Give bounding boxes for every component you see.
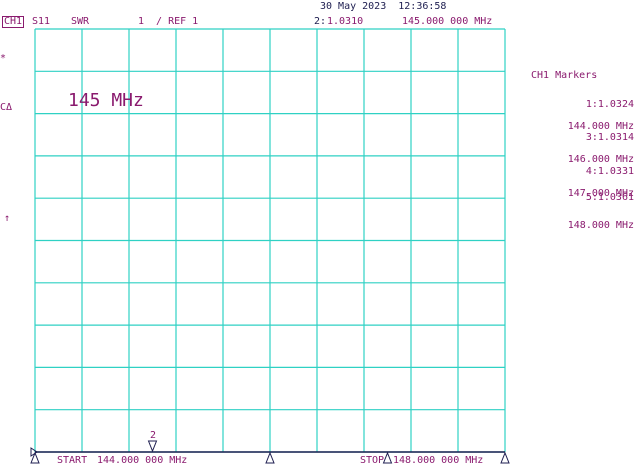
marker-1-triangle	[30, 451, 40, 464]
marker-panel-title: CH1 Markers	[531, 70, 598, 81]
marker-3-id: 3:	[585, 132, 598, 143]
marker-3-triangle	[265, 451, 275, 464]
calibration-indicator: CΔ	[0, 102, 13, 113]
marker-2-triangle	[147, 440, 158, 453]
stop-frequency[interactable]: 148.000 000 MHz	[393, 455, 483, 465]
frequency-annotation: 145 MHz	[68, 90, 144, 111]
marker-4-triangle	[382, 451, 393, 464]
channel-indicator[interactable]: CH1	[2, 16, 25, 28]
start-label: START	[57, 455, 88, 465]
format-label: SWR	[71, 16, 90, 27]
marker-1-id: 1:	[585, 99, 598, 110]
marker-5-value: 1.0361	[597, 192, 634, 203]
marker-4-value: 1.0331	[597, 166, 634, 177]
active-marker-value: 1.0310	[327, 16, 364, 27]
marker-5-triangle	[500, 451, 510, 464]
marker-5-frequency: 148.000 MHz	[567, 220, 634, 231]
star-indicator: *	[0, 53, 7, 64]
marker-5-readout: 5:1.0361 148.000 MHz	[544, 181, 634, 242]
active-marker-index: 2:	[314, 16, 327, 27]
reference-arrow-icon: ↑	[4, 213, 11, 224]
parameter-label: S11	[32, 16, 51, 27]
marker-5-id: 5:	[585, 192, 598, 203]
stop-label: STOP	[360, 455, 385, 465]
marker-1-value: 1.0324	[597, 99, 634, 110]
analyzer-screen: CH1 S11 SWR 1 / REF 1 30 May 2023 12:36:…	[0, 0, 640, 465]
scale-ref-label: 1 / REF 1	[138, 16, 199, 27]
marker-4-id: 4:	[585, 166, 598, 177]
datetime-label: 30 May 2023 12:36:58	[320, 1, 447, 12]
start-frequency[interactable]: 144.000 000 MHz	[97, 455, 187, 465]
marker-3-value: 1.0314	[597, 132, 634, 143]
marker-2-number: 2	[150, 430, 157, 441]
active-marker-frequency: 145.000 000 MHz	[402, 16, 493, 27]
